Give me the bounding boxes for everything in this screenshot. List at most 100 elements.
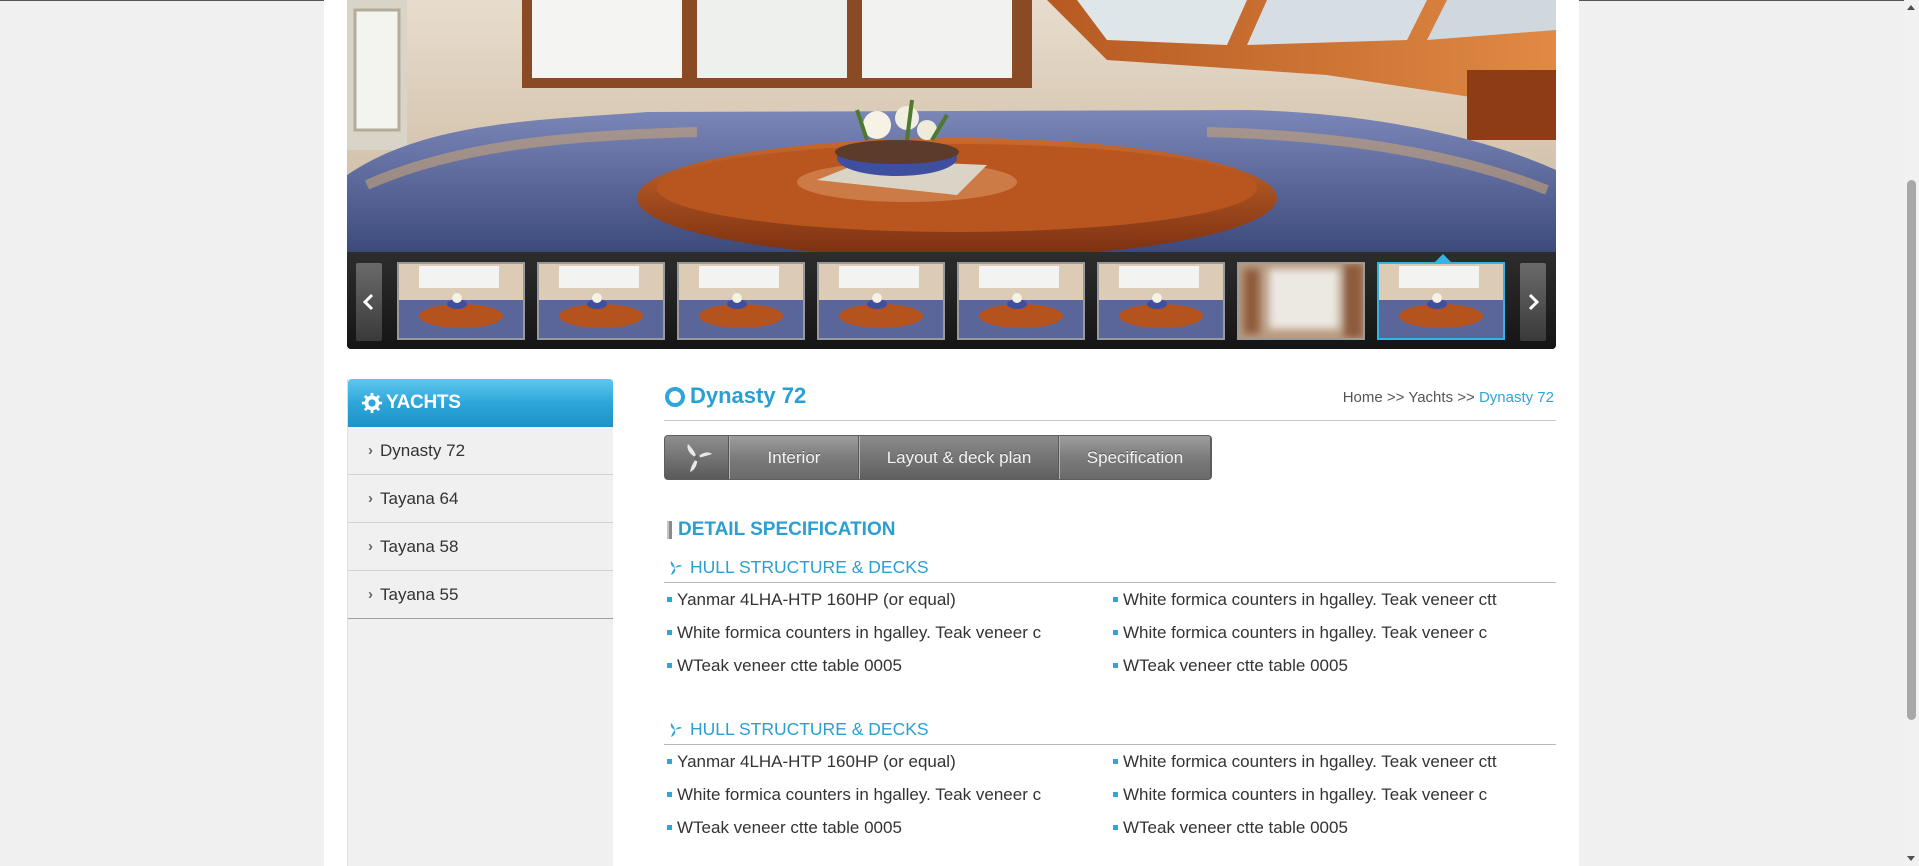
detail-specification-heading: DETAIL SPECIFICATION: [667, 519, 895, 541]
bullet-icon: [1113, 792, 1118, 797]
spec-item-text: White formica counters in hgalley. Teak …: [1123, 589, 1497, 609]
tab-layout-deck-plan[interactable]: Layout & deck plan: [859, 436, 1059, 479]
breadcrumb-yachts[interactable]: Yachts: [1408, 389, 1453, 406]
spec-item-text: White formica counters in hgalley. Teak …: [1123, 784, 1488, 804]
bullet-icon: [1113, 663, 1118, 668]
spec-item-text: White formica counters in hgalley. Teak …: [1123, 751, 1497, 771]
spec-item-text: WTeak veneer ctte table 0005: [1123, 655, 1348, 675]
sidebar-item-dynasty-72[interactable]: › Dynasty 72: [348, 427, 613, 475]
spec-item: Yanmar 4LHA-HTP 160HP (or equal): [664, 745, 1110, 778]
sidebar-item-tayana-64[interactable]: › Tayana 64: [348, 475, 613, 523]
section-heading-text: HULL STRUCTURE & DECKS: [690, 557, 929, 577]
bullet-icon: [1113, 630, 1118, 635]
breadcrumb-separator: >>: [1386, 389, 1405, 406]
gallery-thumbnail[interactable]: [1237, 262, 1365, 340]
chevron-right-icon: ›: [368, 586, 373, 603]
spec-item: White formica counters in hgalley. Teak …: [1110, 616, 1556, 649]
brand-logo-icon: [665, 436, 729, 479]
spec-item-text: WTeak veneer ctte table 0005: [1123, 817, 1348, 837]
chevron-right-icon: ›: [368, 538, 373, 555]
bullet-icon: [667, 759, 672, 764]
chevron-right-icon: ›: [368, 442, 373, 459]
spec-item-text: Yanmar 4LHA-HTP 160HP (or equal): [677, 751, 956, 771]
section-heading-text: HULL STRUCTURE & DECKS: [690, 719, 929, 739]
gallery-thumbnail[interactable]: [1097, 262, 1225, 340]
spec-item-text: Yanmar 4LHA-HTP 160HP (or equal): [677, 589, 956, 609]
detail-title-text: DETAIL SPECIFICATION: [678, 519, 896, 540]
spec-list: Yanmar 4LHA-HTP 160HP (or equal) White f…: [664, 745, 1556, 844]
spec-item: WTeak veneer ctte table 0005: [1110, 811, 1556, 844]
thumbnail-strip: [347, 252, 1556, 349]
gallery-thumbnail[interactable]: [957, 262, 1085, 340]
spec-item: White formica counters in hgalley. Teak …: [1110, 778, 1556, 811]
bullet-icon: [1113, 597, 1118, 602]
chevron-right-icon: ›: [368, 490, 373, 507]
spec-item-text: White formica counters in hgalley. Teak …: [1123, 622, 1488, 642]
breadcrumb: Home >> Yachts >> Dynasty 72: [1343, 389, 1554, 406]
chevron-left-icon[interactable]: [356, 263, 382, 341]
section-heading: HULL STRUCTURE & DECKS: [664, 553, 1556, 583]
gallery-thumbnail[interactable]: [817, 262, 945, 340]
spec-section: HULL STRUCTURE & DECKS Yanmar 4LHA-HTP 1…: [664, 715, 1556, 844]
spec-item: WTeak veneer ctte table 0005: [664, 649, 1110, 682]
hero-image: [347, 0, 1556, 252]
yacht-photo-gallery: [347, 0, 1556, 349]
sidebar-item-label: Tayana 64: [380, 488, 459, 508]
breadcrumb-home[interactable]: Home: [1343, 389, 1383, 406]
bullet-icon: [667, 630, 672, 635]
spec-item: White formica counters in hgalley. Teak …: [1110, 745, 1556, 778]
swirl-icon: [670, 722, 682, 737]
main-content: Dynasty 72 Home >> Yachts >> Dynasty 72 …: [664, 379, 1556, 837]
bullet-icon: [1113, 825, 1118, 830]
chevron-right-icon[interactable]: [1520, 263, 1546, 341]
spec-list: Yanmar 4LHA-HTP 160HP (or equal) White f…: [664, 583, 1556, 682]
spec-item: White formica counters in hgalley. Teak …: [1110, 583, 1556, 616]
spec-item-text: WTeak veneer ctte table 0005: [677, 655, 902, 675]
yacht-tabs: Interior Layout & deck plan Specificatio…: [664, 435, 1212, 480]
gallery-thumbnail[interactable]: [537, 262, 665, 340]
sidebar-title: YACHTS: [386, 392, 461, 413]
bullet-icon: [1113, 759, 1118, 764]
spec-item: WTeak veneer ctte table 0005: [664, 811, 1110, 844]
breadcrumb-current: Dynasty 72: [1478, 389, 1554, 406]
scroll-up-icon[interactable]: [1907, 5, 1915, 10]
gallery-thumbnail[interactable]: [397, 262, 525, 340]
sidebar-item-label: Tayana 58: [380, 536, 459, 556]
spec-section: HULL STRUCTURE & DECKS Yanmar 4LHA-HTP 1…: [664, 553, 1556, 682]
section-heading: HULL STRUCTURE & DECKS: [664, 715, 1556, 745]
tab-interior[interactable]: Interior: [729, 436, 859, 479]
sidebar-item-label: Dynasty 72: [380, 440, 466, 460]
sidebar-divider: [348, 618, 613, 619]
gallery-thumbnail[interactable]: [1377, 262, 1505, 340]
spec-item: White formica counters in hgalley. Teak …: [664, 778, 1110, 811]
active-thumbnail-pointer: [1435, 254, 1451, 262]
page-container: YACHTS › Dynasty 72 › Tayana 64 › Tayana…: [324, 0, 1579, 866]
scrollbar-thumb[interactable]: [1907, 180, 1916, 720]
sidebar-header: YACHTS: [348, 379, 613, 427]
scroll-down-icon[interactable]: [1907, 856, 1915, 861]
spec-item-text: White formica counters in hgalley. Teak …: [677, 784, 1042, 804]
gallery-thumbnail[interactable]: [677, 262, 805, 340]
spec-item: Yanmar 4LHA-HTP 160HP (or equal): [664, 583, 1110, 616]
title-row: Dynasty 72 Home >> Yachts >> Dynasty 72: [664, 379, 1556, 421]
sidebar-item-tayana-55[interactable]: › Tayana 55: [348, 571, 613, 619]
bullet-icon: [667, 663, 672, 668]
spec-item-text: WTeak veneer ctte table 0005: [677, 817, 902, 837]
heading-bar-icon: [667, 521, 672, 539]
spec-item: WTeak veneer ctte table 0005: [1110, 649, 1556, 682]
bullet-icon: [667, 825, 672, 830]
spec-item: White formica counters in hgalley. Teak …: [664, 616, 1110, 649]
breadcrumb-separator: >>: [1457, 389, 1475, 406]
spec-item-text: White formica counters in hgalley. Teak …: [677, 622, 1042, 642]
page-title: Dynasty 72: [690, 383, 807, 408]
ring-icon: [665, 387, 685, 407]
bullet-icon: [667, 792, 672, 797]
sidebar-item-label: Tayana 55: [380, 584, 459, 604]
page-scrollbar[interactable]: [1904, 0, 1919, 866]
tab-specification[interactable]: Specification: [1059, 436, 1211, 479]
yacht-sidebar: YACHTS › Dynasty 72 › Tayana 64 › Tayana…: [347, 379, 613, 866]
bullet-icon: [667, 597, 672, 602]
gear-icon: [361, 392, 383, 414]
sidebar-item-tayana-58[interactable]: › Tayana 58: [348, 523, 613, 571]
swirl-icon: [670, 560, 682, 575]
